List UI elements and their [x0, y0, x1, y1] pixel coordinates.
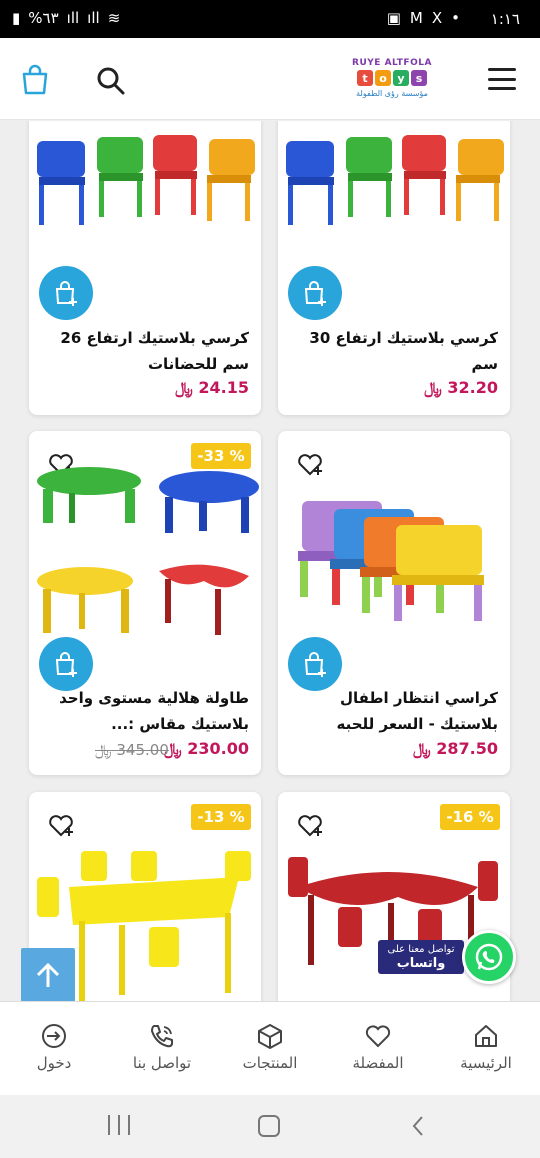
product-card[interactable]: -33 % طاولة هلالية مستوى واحد بلاستيك مق…	[29, 431, 261, 775]
old-price: 345.00 ﷼	[95, 741, 169, 759]
nav-products[interactable]: المنتجات	[216, 1002, 324, 1096]
whatsapp-label-line1: تواصل معنا على	[387, 944, 455, 955]
whatsapp-button[interactable]	[462, 930, 516, 984]
status-left: ▮ %٦٣ ıll ıll ≋	[12, 9, 120, 27]
logo-letters: t o y s	[340, 70, 444, 86]
product-grid: كرسي بلاستيك ارتفاع 30 سم 32.20 ﷼ كرسي ب…	[0, 121, 540, 1001]
product-card[interactable]: كرسي بلاستيك ارتفاع 30 سم 32.20 ﷼	[278, 121, 510, 415]
add-to-cart-button[interactable]	[39, 266, 93, 320]
heart-icon	[365, 1025, 391, 1048]
heart-plus-icon[interactable]	[296, 451, 324, 477]
clock: ١:١٦	[490, 10, 520, 28]
dot-icon: •	[451, 9, 460, 27]
nav-label: تواصل بنا	[132, 1054, 192, 1072]
currency-symbol: ﷼	[95, 741, 112, 759]
product-title[interactable]: طاولة هلالية مستوى واحد بلاستيك مقاس :..…	[41, 685, 249, 737]
nav-label: المنتجات	[242, 1054, 298, 1072]
product-price: 32.20 ﷼	[424, 378, 498, 398]
logo-letter: y	[393, 70, 409, 86]
nav-favorites[interactable]: المفضلة	[324, 1002, 432, 1096]
menu-icon[interactable]	[488, 68, 516, 90]
search-icon[interactable]	[96, 66, 126, 96]
login-icon	[42, 1024, 66, 1048]
heart-plus-icon[interactable]	[296, 812, 324, 838]
product-price: 230.00 ﷼	[164, 739, 249, 759]
arrow-up-icon	[36, 962, 60, 987]
whatsapp-icon	[475, 943, 503, 971]
currency-symbol: ﷼	[424, 378, 442, 397]
image-icon: ▣	[386, 9, 401, 27]
product-title[interactable]: كرسي بلاستيك ارتفاع 30 سم	[290, 325, 498, 377]
price-value: 230.00	[187, 739, 249, 758]
logo-letter: o	[375, 70, 391, 86]
home-icon	[475, 1025, 497, 1047]
whatsapp-label[interactable]: تواصل معنا على واتساب	[378, 940, 464, 974]
cart-plus-icon	[304, 281, 326, 306]
price-value: 287.50	[436, 739, 498, 758]
old-price-value: 345.00	[116, 741, 169, 759]
cart-plus-icon	[55, 281, 77, 306]
logo-letter: s	[411, 70, 427, 86]
currency-symbol: ﷼	[175, 378, 193, 397]
logo[interactable]: RUYE ALTFOLA t o y s مؤسسة رؤى الطفولة	[340, 58, 444, 108]
product-image	[37, 467, 259, 635]
discount-badge: -13 %	[191, 804, 251, 830]
nav-login[interactable]: دخول	[0, 1002, 108, 1096]
nav-label: المفضلة	[352, 1054, 404, 1072]
product-card[interactable]: كراسي انتظار اطفال بلاستيك - السعر للحبه…	[278, 431, 510, 775]
home-button-icon[interactable]	[258, 1115, 280, 1137]
product-price: 287.50 ﷼	[413, 739, 498, 759]
product-price: 24.15 ﷼	[175, 378, 249, 398]
logo-letter: t	[357, 70, 373, 86]
price-value: 24.15	[198, 378, 249, 397]
scroll-to-top-button[interactable]	[21, 948, 75, 1002]
phone-icon	[151, 1025, 173, 1048]
box-icon	[258, 1024, 282, 1049]
notification-icons: ▣ M X •	[387, 9, 460, 27]
status-bar: ▮ %٦٣ ıll ıll ≋ ▣ M X • ١:١٦	[0, 0, 540, 38]
cart-plus-icon	[304, 652, 326, 677]
currency-symbol: ﷼	[412, 739, 431, 758]
product-title[interactable]: كراسي انتظار اطفال بلاستيك - السعر للحبه	[290, 685, 499, 737]
add-to-cart-button[interactable]	[288, 637, 342, 691]
heart-plus-icon[interactable]	[47, 812, 75, 838]
back-icon[interactable]	[410, 1115, 426, 1137]
nav-home[interactable]: الرئيسية	[432, 1002, 540, 1096]
whatsapp-label-line2: واتساب	[396, 956, 446, 971]
system-nav	[0, 1095, 540, 1158]
battery-level: %٦٣	[28, 9, 59, 27]
x-icon: X	[431, 9, 443, 27]
mail-icon: M	[409, 9, 423, 27]
battery-icon: ▮	[12, 9, 21, 27]
logo-subtitle: مؤسسة رؤى الطفولة	[356, 89, 428, 98]
product-title[interactable]: كرسي بلاستيك ارتفاع 26 سم للحضانات	[41, 325, 249, 377]
cart-plus-icon	[55, 652, 77, 677]
product-card[interactable]: كرسي بلاستيك ارتفاع 26 سم للحضانات 24.15…	[29, 121, 261, 415]
price-value: 32.20	[447, 378, 498, 397]
bottom-nav: الرئيسية المفضلة المنتجات تواصل بنا دخول	[0, 1001, 540, 1095]
signal-icon: ıll	[66, 9, 80, 27]
wifi-icon: ≋	[107, 9, 121, 27]
nav-contact[interactable]: تواصل بنا	[108, 1002, 216, 1096]
logo-text: RUYE ALTFOLA	[352, 58, 432, 68]
nav-label: الرئيسية	[460, 1054, 512, 1072]
recents-icon[interactable]	[108, 1115, 130, 1137]
add-to-cart-button[interactable]	[288, 266, 342, 320]
discount-badge: -16 %	[440, 804, 500, 830]
product-image	[298, 501, 484, 621]
add-to-cart-button[interactable]	[39, 637, 93, 691]
nav-label: دخول	[36, 1054, 72, 1072]
header: RUYE ALTFOLA t o y s مؤسسة رؤى الطفولة	[0, 38, 540, 120]
shopping-bag-icon[interactable]	[20, 64, 50, 96]
signal-icon: ıll	[87, 9, 100, 27]
